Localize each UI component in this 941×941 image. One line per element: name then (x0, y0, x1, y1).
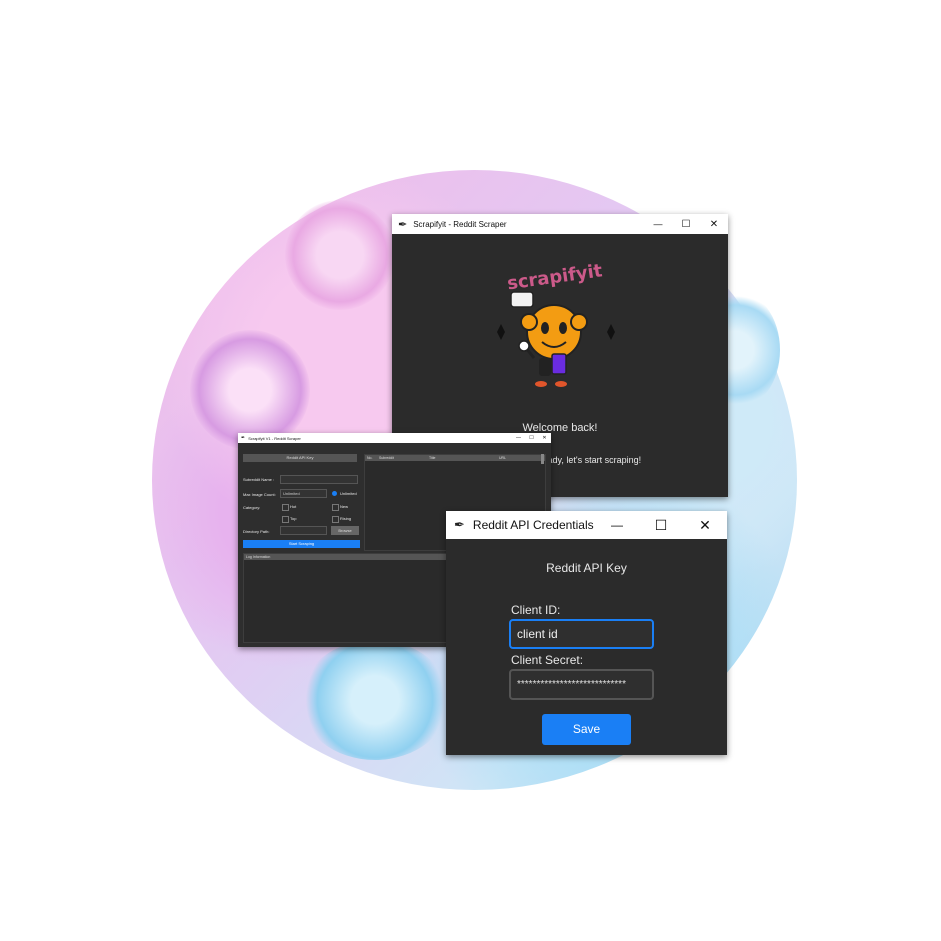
window-title: Scrapifyit - Reddit Scraper (413, 219, 507, 229)
dialog-title: Reddit API Credentials (472, 518, 594, 532)
flower-decoration (285, 200, 395, 310)
close-icon[interactable]: ✕ (683, 517, 727, 534)
column-subreddit[interactable]: Subreddit (379, 455, 429, 461)
close-icon[interactable]: ✕ (700, 219, 728, 230)
client-id-label: Client ID: (511, 603, 561, 617)
column-no[interactable]: No. (365, 455, 379, 461)
main-window-titlebar[interactable]: ✒ Scrapifyit - Reddit Scraper — ☐ ✕ (392, 214, 728, 234)
credentials-dialog: ✒ Reddit API Credentials — ☐ ✕ Reddit AP… (446, 511, 727, 755)
logo-text: scrapifyit (506, 260, 604, 294)
directory-label: Directory Path: (243, 529, 270, 534)
maximize-icon[interactable]: ☐ (672, 219, 700, 230)
close-icon[interactable]: ✕ (538, 435, 551, 441)
dialog-heading: Reddit API Key (546, 561, 627, 575)
api-key-button[interactable]: Reddit API Key (243, 454, 357, 462)
category-label: Category: (243, 505, 261, 510)
minimize-icon[interactable]: — (644, 219, 672, 229)
mascot-logo: scrapifyit (497, 260, 615, 387)
unlimited-label: Unlimited (340, 491, 357, 496)
chat-bubble-icon (510, 291, 534, 308)
column-title[interactable]: Title (429, 455, 499, 461)
subreddit-input[interactable] (280, 475, 358, 484)
category-top-checkbox[interactable] (282, 516, 289, 523)
browse-button[interactable]: Browse (331, 526, 359, 535)
category-hot-checkbox[interactable] (282, 504, 289, 511)
client-secret-label: Client Secret: (511, 653, 584, 667)
feather-icon: ✒ (398, 218, 408, 231)
flower-decoration (190, 330, 310, 450)
scraper-window-title: Scrapifyit V1 - Reddit Scraper (248, 435, 301, 441)
welcome-subtitle: Ready, let's start scraping! (536, 455, 642, 465)
category-rising-checkbox[interactable] (332, 516, 339, 523)
feather-icon: ✒ (454, 517, 465, 532)
dialog-titlebar[interactable]: ✒ Reddit API Credentials — ☐ ✕ (446, 511, 727, 539)
start-scraping-button[interactable]: Start Scraping (243, 540, 360, 548)
column-url[interactable]: URL (499, 455, 539, 461)
save-button[interactable]: Save (542, 714, 631, 745)
directory-input[interactable] (280, 526, 327, 535)
client-secret-input[interactable]: **************************** (509, 669, 654, 700)
category-top-label: Top (290, 516, 297, 521)
category-new-label: New (340, 504, 349, 509)
category-new-checkbox[interactable] (332, 504, 339, 511)
subreddit-label: Subreddit Name : (243, 477, 275, 482)
table-scrollbar[interactable] (541, 454, 544, 464)
unlimited-radio[interactable] (332, 491, 337, 496)
maximize-icon[interactable]: ☐ (639, 517, 683, 534)
maximize-icon[interactable]: ☐ (525, 435, 538, 441)
client-id-input[interactable]: client id (509, 619, 654, 649)
max-count-input[interactable]: Unlimited (280, 489, 327, 498)
results-table-header: No. Subreddit Title URL (365, 455, 545, 461)
minimize-icon[interactable]: — (595, 518, 639, 532)
flower-decoration (300, 640, 450, 760)
feather-icon: ✒ (241, 435, 246, 441)
scraper-window-titlebar[interactable]: ✒ Scrapifyit V1 - Reddit Scraper — ☐ ✕ (238, 433, 551, 443)
category-rising-label: Rising (340, 516, 352, 521)
max-count-label: Max Image Count: (243, 492, 276, 497)
minimize-icon[interactable]: — (512, 435, 525, 441)
category-hot-label: Hot (290, 504, 297, 509)
